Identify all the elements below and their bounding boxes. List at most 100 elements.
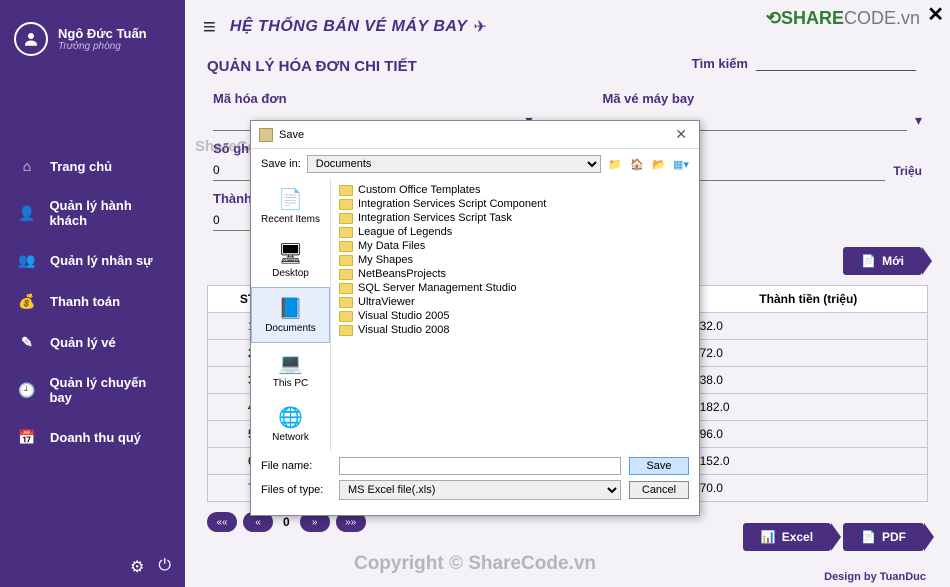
file-item[interactable]: UltraViewer	[339, 295, 691, 309]
file-item[interactable]: Integration Services Script Task	[339, 211, 691, 225]
app-title: HỆ THỐNG BÁN VÉ MÁY BAY	[230, 18, 468, 36]
export-buttons: 📊Excel 📄PDF	[743, 523, 924, 551]
folder-icon	[339, 297, 353, 308]
table-cell: 152.0	[689, 448, 927, 475]
file-item[interactable]: League of Legends	[339, 225, 691, 239]
file-label: Visual Studio 2008	[358, 324, 450, 336]
table-cell: 72.0	[689, 340, 927, 367]
table-cell: 182.0	[689, 394, 927, 421]
hamburger-icon[interactable]: ≡	[203, 14, 216, 40]
close-icon[interactable]: ✕	[927, 2, 944, 27]
view-menu-icon[interactable]: ▦▾	[673, 156, 689, 172]
sidebar-footer: ⚙ ⏻	[0, 547, 185, 587]
search-input[interactable]	[756, 56, 916, 71]
home-folder-icon[interactable]: 🏠	[629, 156, 645, 172]
file-item[interactable]: Custom Office Templates	[339, 183, 691, 197]
dialog-toolbar: Save in: Documents 📁 🏠 📂 ▦▾	[251, 149, 699, 179]
file-label: NetBeansProjects	[358, 268, 446, 280]
nav-label: Doanh thu quý	[50, 430, 141, 445]
nav-payment[interactable]: 💰 Thanh toán	[0, 281, 185, 322]
filename-label: File name:	[261, 460, 331, 472]
place-label: Network	[255, 432, 326, 443]
table-cell: 32.0	[689, 313, 927, 340]
profile-block: Ngô Đức Tuấn Trưởng phòng	[0, 0, 185, 86]
nav-staff[interactable]: 👥Quản lý nhân sự	[0, 240, 185, 281]
file-item[interactable]: Integration Services Script Component	[339, 197, 691, 211]
plane-icon: ✈	[473, 17, 486, 37]
folder-icon	[339, 185, 353, 196]
file-label: League of Legends	[358, 226, 452, 238]
excel-button[interactable]: 📊Excel	[743, 523, 831, 551]
users-icon: 👥	[18, 252, 36, 269]
place-item[interactable]: 💻This PC	[251, 343, 330, 397]
folder-icon	[339, 311, 353, 322]
dialog-save-button[interactable]: Save	[629, 457, 689, 475]
file-item[interactable]: Visual Studio 2005	[339, 309, 691, 323]
avatar	[14, 22, 48, 56]
place-icon: 🖥	[275, 241, 307, 265]
folder-icon	[339, 269, 353, 280]
power-icon[interactable]: ⏻	[158, 557, 171, 577]
file-label: My Shapes	[358, 254, 413, 266]
clock-icon: 🕘	[18, 382, 35, 399]
file-list: Custom Office TemplatesIntegration Servi…	[331, 179, 699, 451]
nav-revenue[interactable]: 📅Doanh thu quý	[0, 417, 185, 458]
java-icon	[259, 128, 273, 142]
nav-label: Quản lý hành khách	[49, 198, 167, 228]
folder-icon	[339, 255, 353, 266]
file-label: Integration Services Script Component	[358, 198, 546, 210]
money-icon: 💰	[18, 293, 36, 310]
filetype-select[interactable]: MS Excel file(.xls)	[339, 480, 621, 500]
excel-icon: 📊	[761, 530, 776, 544]
file-item[interactable]: My Shapes	[339, 253, 691, 267]
file-label: Integration Services Script Task	[358, 212, 512, 224]
place-item[interactable]: 📘Documents	[251, 287, 330, 343]
pdf-icon: 📄	[861, 530, 876, 544]
pager-first[interactable]: ««	[207, 512, 237, 532]
nav: ⌂Trang chủ 👤Quản lý hành khách 👥Quản lý …	[0, 86, 185, 547]
place-item[interactable]: 📄Recent Items	[251, 179, 330, 233]
search-area: Tìm kiếm	[692, 56, 916, 71]
place-label: This PC	[255, 378, 326, 389]
up-folder-icon[interactable]: 📁	[607, 156, 623, 172]
save-in-select[interactable]: Documents	[307, 155, 601, 173]
folder-icon	[339, 227, 353, 238]
nav-home[interactable]: ⌂Trang chủ	[0, 146, 185, 186]
profile-name: Ngô Đức Tuấn	[58, 26, 147, 41]
file-label: Visual Studio 2005	[358, 310, 450, 322]
save-dialog: Save ✕ Save in: Documents 📁 🏠 📂 ▦▾ 📄Rece…	[250, 120, 700, 516]
dialog-cancel-button[interactable]: Cancel	[629, 481, 689, 499]
file-item[interactable]: Visual Studio 2008	[339, 323, 691, 337]
place-label: Recent Items	[255, 214, 326, 225]
dialog-bottom: File name: Save Files of type: MS Excel …	[251, 451, 699, 515]
folder-icon	[339, 213, 353, 224]
filename-input[interactable]	[339, 457, 621, 475]
folder-icon	[339, 199, 353, 210]
nav-passengers[interactable]: 👤 Quản lý hành khách	[0, 186, 185, 240]
dialog-title: Save	[279, 129, 671, 141]
footer-credit: Design by TuanDuc	[824, 571, 926, 583]
chevron-down-icon[interactable]: ▾	[915, 112, 922, 129]
home-icon: ⌂	[18, 158, 36, 174]
new-button[interactable]: 📄Mới	[843, 247, 922, 275]
nav-tickets[interactable]: ✎Quản lý vé	[0, 322, 185, 363]
gear-icon[interactable]: ⚙	[130, 557, 144, 577]
nav-label: Quản lý vé	[50, 335, 116, 350]
place-label: Documents	[256, 323, 325, 334]
dialog-close-icon[interactable]: ✕	[671, 126, 691, 143]
new-folder-icon[interactable]: 📂	[651, 156, 667, 172]
file-item[interactable]: NetBeansProjects	[339, 267, 691, 281]
table-cell: 38.0	[689, 367, 927, 394]
nav-flights[interactable]: 🕘Quản lý chuyến bay	[0, 363, 185, 417]
file-label: UltraViewer	[358, 296, 415, 308]
nav-label: Thanh toán	[50, 294, 120, 309]
table-cell: 96.0	[689, 421, 927, 448]
place-item[interactable]: 🖥Desktop	[251, 233, 330, 287]
pager-page: 0	[279, 515, 294, 529]
user-icon: 👤	[18, 205, 35, 222]
file-item[interactable]: SQL Server Management Studio	[339, 281, 691, 295]
place-item[interactable]: 🌐Network	[251, 397, 330, 451]
pdf-button[interactable]: 📄PDF	[843, 523, 924, 551]
file-item[interactable]: My Data Files	[339, 239, 691, 253]
folder-icon	[339, 325, 353, 336]
